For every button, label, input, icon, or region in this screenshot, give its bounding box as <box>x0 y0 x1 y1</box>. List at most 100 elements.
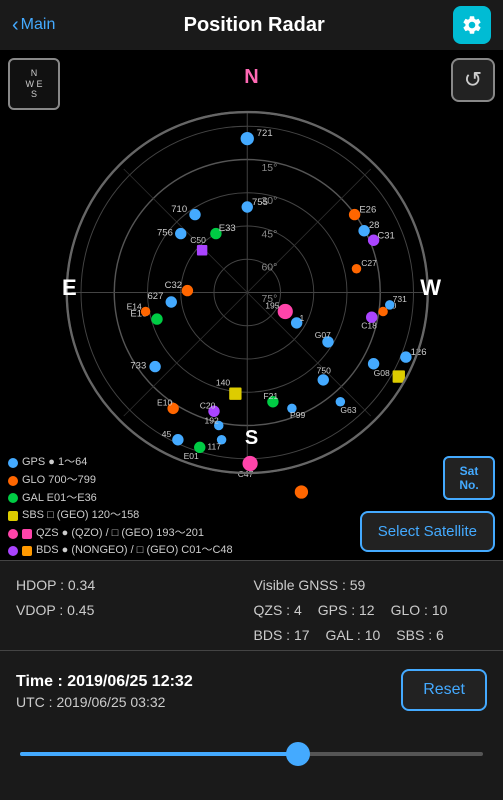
settings-button[interactable] <box>453 6 491 44</box>
compass-label: NW ES <box>26 68 43 100</box>
vdop-label: VDOP <box>16 602 55 618</box>
gps-legend-label: GPS ● 1～64 <box>22 454 87 472</box>
svg-text:731: 731 <box>392 294 407 304</box>
cardinal-east: E <box>62 275 77 301</box>
qzs-dot-icon <box>8 529 18 539</box>
svg-text:45°: 45° <box>261 229 277 240</box>
gal-count: GAL : 10 <box>326 623 381 648</box>
gear-icon <box>461 14 483 36</box>
gal-legend-label: GAL E01～E36 <box>22 490 97 508</box>
legend-qzs: QZS ● (QZO) / □ (GEO) 193～201 <box>8 525 233 543</box>
glo-dot-icon <box>8 476 18 486</box>
svg-text:755: 755 <box>252 197 268 208</box>
svg-text:F21: F21 <box>263 390 278 400</box>
svg-text:192: 192 <box>204 415 219 425</box>
vdop-value: 0.45 <box>67 602 94 618</box>
svg-text:C50: C50 <box>190 235 206 245</box>
svg-text:28: 28 <box>368 219 379 230</box>
svg-text:E26: E26 <box>359 204 376 215</box>
svg-text:G63: G63 <box>340 405 356 415</box>
visible-gnss-value: 59 <box>350 577 366 593</box>
local-time: Time : 2019/06/25 12:32 <box>16 669 193 695</box>
visible-gnss-row: Visible GNSS : 59 <box>254 573 488 598</box>
svg-text:140: 140 <box>215 377 230 387</box>
select-satellite-button[interactable]: Select Satellite <box>360 511 495 552</box>
sbs-sq-icon <box>8 511 18 521</box>
gnss-info: Visible GNSS : 59 QZS : 4 GPS : 12 GLO :… <box>254 573 488 649</box>
svg-text:C20: C20 <box>199 400 215 410</box>
hdop-value: 0.34 <box>68 577 95 593</box>
refresh-button[interactable]: ↺ <box>451 58 495 102</box>
slider-thumb[interactable] <box>286 742 310 766</box>
back-arrow-icon: ‹ <box>12 14 19 37</box>
svg-text:627: 627 <box>147 291 163 302</box>
gnss-counts-row1: QZS : 4 GPS : 12 GLO : 10 <box>254 598 488 623</box>
gnss-counts-row2: BDS : 17 GAL : 10 SBS : 6 <box>254 623 488 648</box>
svg-text:117: 117 <box>207 441 221 451</box>
select-satellite-label: Select Satellite <box>378 523 477 540</box>
utc-time: UTC : 2019/06/25 03:32 <box>16 694 193 710</box>
glo-legend-label: GLO 700～799 <box>22 472 96 490</box>
qzs-sq-icon <box>22 529 32 539</box>
slider-section[interactable] <box>0 728 503 780</box>
svg-text:E14: E14 <box>126 301 141 311</box>
qzs-legend-label: QZS ● (QZO) / □ (GEO) 193～201 <box>36 525 204 543</box>
svg-text:G07: G07 <box>314 330 330 340</box>
bds-count: BDS : 17 <box>254 623 310 648</box>
hdop-label: HDOP <box>16 577 56 593</box>
svg-text:45: 45 <box>161 428 171 438</box>
time-slider-track[interactable] <box>20 752 483 756</box>
svg-text:G08: G08 <box>373 368 389 378</box>
bds-legend-label: BDS ● (NONGEO) / □ (GEO) C01～C48 <box>36 542 233 560</box>
sat-no-button[interactable]: SatNo. <box>443 456 495 500</box>
legend-gps: GPS ● 1～64 <box>8 454 233 472</box>
info-section: HDOP : 0.34 VDOP : 0.45 Visible GNSS : 5… <box>0 560 503 650</box>
compass-rose: NW ES <box>8 58 60 110</box>
sbs-legend-label: SBS □ (GEO) 120～158 <box>22 507 139 525</box>
dop-info: HDOP : 0.34 VDOP : 0.45 <box>16 573 250 649</box>
header: ‹ Main Position Radar <box>0 0 503 50</box>
cardinal-north: N <box>244 66 258 89</box>
svg-text:756: 756 <box>157 227 173 238</box>
cardinal-west: W <box>420 275 441 301</box>
sbs-count: SBS : 6 <box>396 623 443 648</box>
time-display: Time : 2019/06/25 12:32 UTC : 2019/06/25… <box>16 669 193 711</box>
page-title: Position Radar <box>184 14 325 37</box>
refresh-icon: ↺ <box>464 67 482 93</box>
legend-bds: BDS ● (NONGEO) / □ (GEO) C01～C48 <box>8 542 233 560</box>
cardinal-south: S <box>245 427 258 450</box>
qzs-count: QZS : 4 <box>254 598 302 623</box>
gal-dot-icon <box>8 493 18 503</box>
hdop-row: HDOP : 0.34 <box>16 573 250 598</box>
svg-text:E33: E33 <box>218 222 235 233</box>
vdop-row: VDOP : 0.45 <box>16 598 250 623</box>
sat-no-label: SatNo. <box>459 464 478 493</box>
gps-dot-icon <box>8 458 18 468</box>
info-grid: HDOP : 0.34 VDOP : 0.45 Visible GNSS : 5… <box>16 573 487 638</box>
back-label: Main <box>21 16 56 34</box>
back-button[interactable]: ‹ Main <box>12 14 55 37</box>
svg-text:C31: C31 <box>377 230 394 241</box>
svg-text:C32: C32 <box>164 279 181 290</box>
time-section: Time : 2019/06/25 12:32 UTC : 2019/06/25… <box>0 650 503 728</box>
radar-section: NW ES ↺ N S E W 15° 3 <box>0 50 503 560</box>
bds-sq-icon <box>22 546 32 556</box>
reset-button[interactable]: Reset <box>401 669 487 711</box>
legend-sbs: SBS □ (GEO) 120～158 <box>8 507 233 525</box>
svg-text:710: 710 <box>171 203 187 214</box>
svg-text:1: 1 <box>299 313 304 323</box>
svg-text:E10: E10 <box>157 397 172 407</box>
glo-count: GLO : 10 <box>391 598 448 623</box>
svg-text:C18: C18 <box>361 320 377 330</box>
svg-text:P99: P99 <box>290 409 305 419</box>
svg-text:195: 195 <box>265 300 280 310</box>
reset-label: Reset <box>423 681 465 698</box>
svg-text:15°: 15° <box>261 162 277 173</box>
legend-gal: GAL E01～E36 <box>8 490 233 508</box>
legend-glo: GLO 700～799 <box>8 472 233 490</box>
bds-dot-icon <box>8 546 18 556</box>
svg-text:60°: 60° <box>261 262 277 273</box>
gps-count: GPS : 12 <box>318 598 375 623</box>
slider-fill <box>20 752 298 756</box>
visible-gnss-label: Visible GNSS <box>254 577 339 593</box>
